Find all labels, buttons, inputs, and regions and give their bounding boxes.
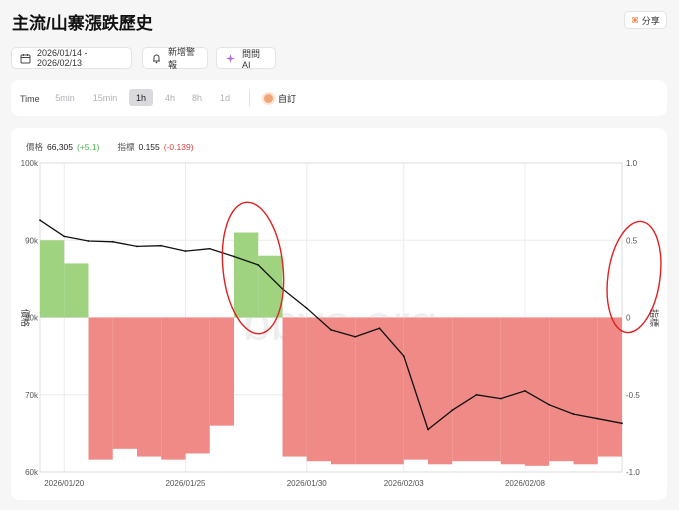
price-point xyxy=(621,422,623,425)
x-axis-tick: 2026/02/08 xyxy=(505,479,546,488)
indicator-bar xyxy=(331,317,356,465)
price-point xyxy=(111,240,114,243)
indicator-bar xyxy=(355,317,380,465)
price-point xyxy=(257,264,260,266)
indicator-bar xyxy=(258,255,283,318)
left-axis-tick: 70k xyxy=(25,391,39,400)
price-point xyxy=(208,247,211,250)
right-axis-tick: -1.0 xyxy=(626,468,640,477)
left-axis-tick: 100k xyxy=(21,159,39,168)
indicator-bar xyxy=(525,317,550,466)
indicator-bar xyxy=(403,317,428,460)
indicator-bar xyxy=(549,317,574,462)
price-point xyxy=(330,328,332,331)
indicator-bar xyxy=(40,240,65,318)
right-axis-tick: -0.5 xyxy=(626,391,640,400)
price-point xyxy=(427,428,429,431)
price-point xyxy=(524,389,526,392)
right-axis-tick: 1.0 xyxy=(626,159,638,168)
price-point xyxy=(378,327,381,330)
indicator-bar xyxy=(573,317,598,465)
left-axis-tick: 90k xyxy=(25,236,39,245)
indicator-bar xyxy=(234,232,259,318)
price-point xyxy=(160,244,163,247)
price-point xyxy=(475,393,478,396)
indicator-bar xyxy=(428,317,453,465)
x-axis-tick: 2026/01/30 xyxy=(287,479,328,488)
indicator-bar xyxy=(185,317,210,454)
x-axis-tick: 2026/02/03 xyxy=(384,479,425,488)
price-indicator-chart: bbvo.org 100k90k80k70k60k1.00.50-0.5-1.0… xyxy=(20,159,662,488)
price-point xyxy=(136,245,138,248)
x-axis-tick: 2026/01/25 xyxy=(165,479,206,488)
price-point xyxy=(39,219,41,222)
indicator-bar xyxy=(161,317,186,460)
indicator-bar xyxy=(306,317,331,462)
indicator-bar xyxy=(64,263,89,318)
price-point xyxy=(87,240,90,242)
right-axis-tick: 0.5 xyxy=(626,236,638,245)
price-point xyxy=(233,255,235,258)
indicator-bar xyxy=(137,317,162,457)
price-point xyxy=(305,307,308,310)
price-point xyxy=(572,413,575,415)
indicator-bar xyxy=(112,317,137,449)
left-axis-title: 價格 xyxy=(20,309,31,327)
indicator-bar xyxy=(500,317,525,465)
price-point xyxy=(451,409,454,412)
price-point xyxy=(63,235,66,238)
x-axis-tick: 2026/01/20 xyxy=(44,479,85,488)
price-point xyxy=(548,403,551,406)
right-axis-tick: 0 xyxy=(626,314,631,323)
indicator-bar xyxy=(597,317,622,457)
indicator-bar xyxy=(452,317,477,462)
indicator-bar xyxy=(476,317,501,462)
price-point xyxy=(499,397,502,400)
price-point xyxy=(184,250,187,252)
indicator-bar xyxy=(282,317,307,457)
indicator-bar xyxy=(209,317,234,426)
price-point xyxy=(354,335,357,338)
left-axis-tick: 60k xyxy=(25,468,39,477)
price-point xyxy=(596,417,599,420)
price-point xyxy=(402,355,405,358)
indicator-bar xyxy=(88,317,113,460)
indicator-bar xyxy=(379,317,404,465)
